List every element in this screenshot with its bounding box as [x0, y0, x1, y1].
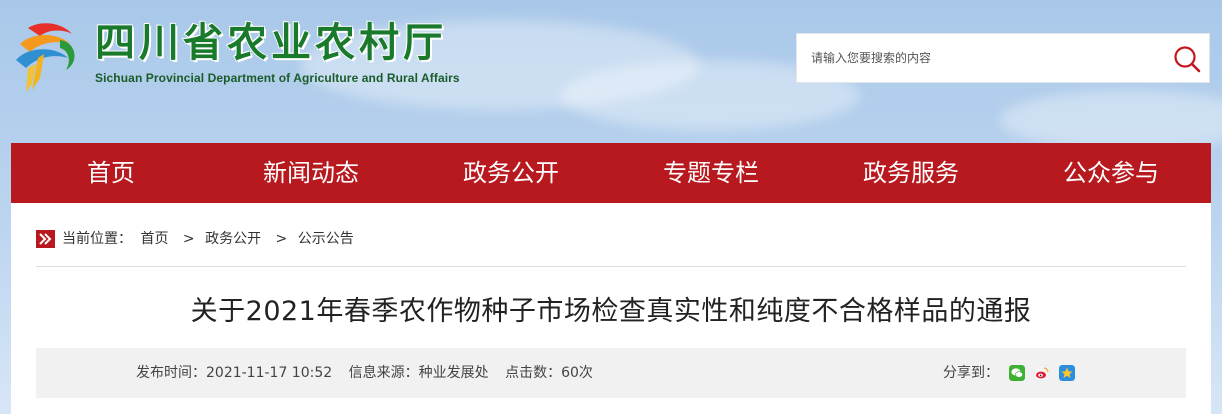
publish-time: 发布时间：2021-11-17 10:52: [136, 365, 333, 381]
article-meta-info: 发布时间：2021-11-17 10:52 信息来源：种业发展处 点击数：60次: [136, 348, 605, 398]
breadcrumb-item-announcements[interactable]: 公示公告: [298, 231, 354, 247]
double-chevron-right-icon: [36, 230, 55, 248]
main-content: 当前位置： 首页 > 政务公开 > 公示公告 关于2021年春季农作物种子市场检…: [11, 203, 1211, 414]
info-source: 信息来源：种业发展处: [348, 365, 489, 381]
article-title: 关于2021年春季农作物种子市场检查真实性和纯度不合格样品的通报: [190, 296, 1032, 327]
breadcrumb-trail: 当前位置： 首页 > 政务公开 > 公示公告: [62, 230, 358, 248]
qzone-icon[interactable]: [1059, 365, 1075, 381]
wechat-icon[interactable]: [1009, 365, 1025, 381]
search-box: [796, 33, 1210, 83]
site-logo-title[interactable]: 四川省农业农村厅: [94, 18, 447, 68]
click-count: 点击数：60次: [505, 365, 593, 381]
breadcrumb-item-home[interactable]: 首页: [140, 231, 168, 247]
site-logo-subtitle: Sichuan Provincial Department of Agricul…: [95, 71, 460, 85]
share-label: 分享到：: [943, 365, 999, 381]
search-input[interactable]: [797, 34, 1166, 82]
article-meta: 发布时间：2021-11-17 10:52 信息来源：种业发展处 点击数：60次…: [36, 348, 1186, 398]
nav-item-public-participation[interactable]: 公众参与: [1011, 143, 1211, 203]
breadcrumb-item-government-affairs[interactable]: 政务公开: [205, 231, 261, 247]
nav-item-home[interactable]: 首页: [11, 143, 211, 203]
search-icon[interactable]: [1171, 43, 1203, 75]
breadcrumb-separator: >: [182, 231, 195, 247]
breadcrumb: 当前位置： 首页 > 政务公开 > 公示公告: [36, 228, 1186, 267]
nav-item-government-affairs[interactable]: 政务公开: [411, 143, 611, 203]
weibo-icon[interactable]: [1034, 365, 1050, 381]
main-nav: 首页 新闻动态 政务公开 专题专栏 政务服务 公众参与: [11, 143, 1211, 203]
logo-icon[interactable]: [10, 18, 90, 94]
nav-item-government-services[interactable]: 政务服务: [811, 143, 1011, 203]
nav-item-news[interactable]: 新闻动态: [211, 143, 411, 203]
site-header: 四川省农业农村厅 Sichuan Provincial Department o…: [0, 0, 1222, 143]
nav-item-special-topics[interactable]: 专题专栏: [611, 143, 811, 203]
breadcrumb-separator: >: [275, 231, 288, 247]
breadcrumb-prefix: 当前位置：: [62, 231, 132, 247]
share-bar: 分享到：: [943, 348, 1084, 398]
